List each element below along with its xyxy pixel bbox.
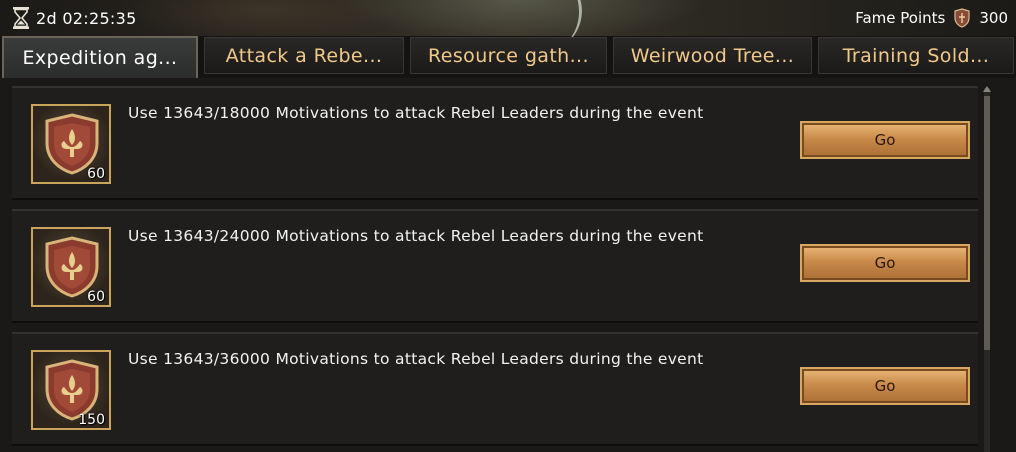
- top-banner: 2d 02:25:35 Fame Points 300: [0, 0, 1016, 36]
- reward-count: 60: [87, 166, 105, 182]
- scrollbar-thumb[interactable]: [984, 96, 990, 350]
- tab-label: Resource gath...: [428, 44, 589, 67]
- reward-count: 150: [78, 412, 105, 428]
- timer-text: 2d 02:25:35: [36, 8, 137, 28]
- event-timer: 2d 02:25:35: [12, 6, 137, 30]
- reward-count: 60: [87, 289, 105, 305]
- tab-resource-gathering[interactable]: Resource gath...: [410, 37, 607, 74]
- scroll-up-arrow-icon[interactable]: [983, 86, 991, 92]
- tab-weirwood-tree[interactable]: Weirwood Tree...: [613, 37, 812, 74]
- task-tabs: Expedition ag... Attack a Rebe... Resour…: [0, 36, 1016, 78]
- tab-label: Training Sold...: [842, 44, 990, 67]
- tab-training-soldiers[interactable]: Training Sold...: [818, 37, 1014, 74]
- fame-points: Fame Points 300: [855, 6, 1008, 30]
- tab-label: Expedition ag...: [22, 47, 178, 69]
- hourglass-icon: [13, 7, 29, 29]
- reward-item[interactable]: 150: [31, 350, 111, 430]
- task-description: Use 13643/18000 Motivations to attack Re…: [128, 104, 704, 122]
- go-button-label: Go: [874, 131, 896, 149]
- task-list: 60 Use 13643/18000 Motivations to attack…: [0, 78, 1016, 452]
- reward-item[interactable]: 60: [31, 227, 111, 307]
- fame-points-label: Fame Points: [855, 9, 946, 27]
- go-button-label: Go: [874, 254, 896, 272]
- tab-expedition[interactable]: Expedition ag...: [2, 36, 198, 78]
- task-row: 150 Use 13643/36000 Motivations to attac…: [12, 332, 978, 446]
- fame-points-value: 300: [979, 9, 1008, 27]
- task-description: Use 13643/24000 Motivations to attack Re…: [128, 227, 704, 245]
- task-row: 60 Use 13643/18000 Motivations to attack…: [12, 86, 978, 200]
- tab-attack-rebel[interactable]: Attack a Rebe...: [204, 37, 404, 74]
- go-button[interactable]: Go: [800, 367, 970, 405]
- reward-item[interactable]: 60: [31, 104, 111, 184]
- tab-label: Weirwood Tree...: [630, 44, 795, 67]
- task-row: 60 Use 13643/24000 Motivations to attack…: [12, 209, 978, 323]
- tab-label: Attack a Rebe...: [225, 44, 383, 67]
- go-button[interactable]: Go: [800, 244, 970, 282]
- go-button[interactable]: Go: [800, 121, 970, 159]
- fame-shield-icon: [954, 8, 970, 28]
- task-description: Use 13643/36000 Motivations to attack Re…: [128, 350, 704, 368]
- go-button-label: Go: [874, 377, 896, 395]
